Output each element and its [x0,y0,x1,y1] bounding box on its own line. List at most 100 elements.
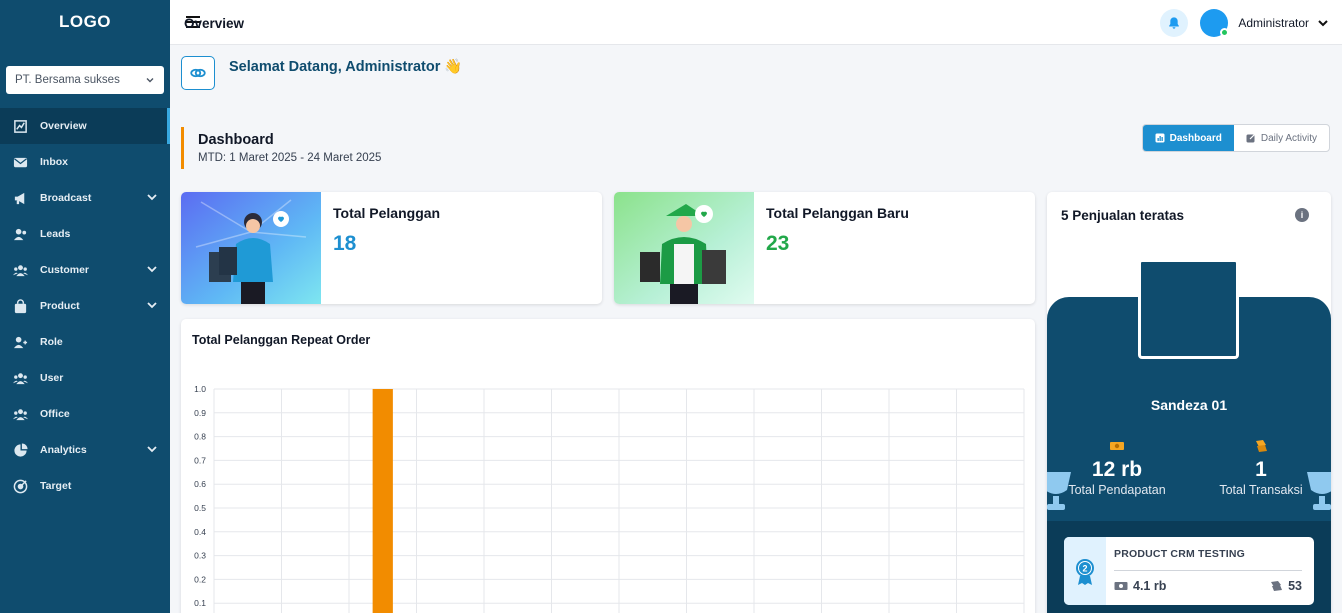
stat-value: 18 [333,232,357,255]
sidebar-item-label: Broadcast [40,192,92,204]
logo: LOGO [58,12,112,31]
megaphone-icon [12,190,28,206]
dashboard-header: Dashboard MTD: 1 Maret 2025 - 24 Maret 2… [181,127,441,169]
link-icon [181,56,215,90]
y-tick-label: 0.9 [194,408,206,418]
y-tick-label: 0.4 [194,527,206,537]
sidebar-item-analytics[interactable]: Analytics [0,432,170,468]
stat-label: Total Pelanggan [333,205,441,221]
page-title: Overview [184,16,245,31]
new-customer-illustration [614,192,754,304]
group-icon [12,262,28,278]
sidebar-item-label: Overview [40,120,87,132]
tab-dashboard[interactable]: Dashboard [1142,125,1234,151]
runner-up-revenue-value: 4.1 rb [1133,579,1167,593]
sidebar-item-role[interactable]: Role [0,324,170,360]
sidebar-item-label: Inbox [40,156,68,168]
y-tick-label: 0.2 [194,574,206,584]
bar-chart-icon [1155,133,1165,143]
runner-up-revenue: 4.1 rb [1114,579,1166,593]
sidebar-item-label: Role [40,336,63,348]
chevron-down-icon [146,443,158,458]
y-tick-label: 0.8 [194,432,206,442]
y-tick-label: 1.0 [194,384,206,394]
winner-revenue-value: 12 rb [1091,458,1143,481]
runner-up-card[interactable]: 2 PRODUCT CRM TESTING 4.1 rb 53 [1064,537,1314,605]
welcome-message: Selamat Datang, Administrator 👋 [229,59,463,75]
sidebar-item-label: User [40,372,64,384]
chevron-down-icon [146,299,158,314]
sidebar-item-office[interactable]: Office [0,396,170,432]
view-toggle: Dashboard Daily Activity [1141,124,1330,152]
runner-up-name: PRODUCT CRM TESTING [1114,548,1245,560]
sidebar-item-label: Target [40,480,72,492]
repeat-order-chart-card: Total Pelanggan Repeat Order 1.0 0.9 0.8 0.… [181,319,1035,613]
runner-up-transactions-value: 53 [1288,579,1302,593]
edit-icon [1246,133,1256,143]
user-name[interactable]: Administrator [1238,16,1309,30]
sidebar-item-broadcast[interactable]: Broadcast [0,180,170,216]
sidebar: LOGO PT. Bersama sukses Overview Inbox Bro… [0,0,170,613]
sidebar-item-user[interactable]: User [0,360,170,396]
tab-daily-activity[interactable]: Daily Activity [1234,125,1329,151]
target-icon [12,478,28,494]
sidebar-item-label: Office [40,408,70,420]
sidebar-nav: Overview Inbox Broadcast Leads Customer Produ… [0,108,170,504]
winner-transactions: 1 Total Transaksi [1191,439,1331,497]
winner-avatar [1138,259,1239,359]
sidebar-item-label: Customer [40,264,90,276]
company-select-value: PT. Bersama sukses [15,74,120,86]
customer-illustration [181,192,321,304]
stat-label: Total Pelanggan Baru [766,205,909,221]
money-icon [1047,439,1187,455]
y-tick-label: 0.3 [194,551,206,561]
info-icon[interactable]: i [1295,208,1309,222]
y-tick-label: 0.6 [194,479,206,489]
sidebar-item-inbox[interactable]: Inbox [0,144,170,180]
dashboard-period: MTD: 1 Maret 2025 - 24 Maret 2025 [198,152,382,164]
chevron-down-icon[interactable] [1317,16,1329,34]
y-tick-label: 0.5 [194,503,206,513]
group-icon [12,370,28,386]
chevron-down-icon [146,191,158,206]
rank-number: 2 [1082,564,1087,574]
bell-icon [1167,16,1181,30]
mail-icon [12,154,28,170]
coins-icon [1191,439,1331,455]
winner-transactions-label: Total Transaksi [1219,483,1303,497]
top-sales-panel: 5 Penjualan teratas i Sandeza 01 12 rb T… [1047,192,1331,613]
stat-card-total-customers: Total Pelanggan 18 [181,192,602,304]
chevron-down-icon [146,263,158,278]
user-plus-icon [12,334,28,350]
tab-dashboard-label: Dashboard [1169,132,1222,144]
sidebar-item-label: Analytics [40,444,87,456]
divider [1114,570,1302,571]
coins-icon [1269,580,1283,592]
sidebar-item-overview[interactable]: Overview [0,108,170,144]
company-select[interactable]: PT. Bersama sukses [6,66,164,94]
sidebar-item-label: Product [40,300,80,312]
sidebar-item-label: Leads [40,228,71,240]
chart-bar[interactable] [372,389,393,613]
topbar: Overview Administrator [170,0,1342,45]
winner-name: Sandeza 01 [1150,397,1228,413]
y-tick-label: 0.7 [194,455,206,465]
repeat-order-chart: 1.0 0.9 0.8 0.7 0.6 0.5 0.4 0.3 0.2 0.1 [194,384,1025,613]
stat-card-new-customers: Total Pelanggan Baru 23 [614,192,1035,304]
sidebar-item-leads[interactable]: Leads [0,216,170,252]
dashboard-title: Dashboard [198,132,274,148]
tab-daily-activity-label: Daily Activity [1260,132,1317,144]
chevron-down-icon [145,75,155,85]
runner-up-transactions: 53 [1269,579,1302,593]
winner-revenue: 12 rb Total Pendapatan [1047,439,1187,497]
stat-value: 23 [766,232,790,255]
sidebar-item-customer[interactable]: Customer [0,252,170,288]
avatar[interactable] [1200,9,1229,37]
winner-transactions-value: 1 [1255,458,1267,481]
online-status-dot [1220,28,1229,37]
sidebar-item-target[interactable]: Target [0,468,170,504]
users-icon [12,226,28,242]
y-tick-label: 0.1 [194,598,206,608]
sidebar-item-product[interactable]: Product [0,288,170,324]
notification-button[interactable] [1160,9,1188,37]
